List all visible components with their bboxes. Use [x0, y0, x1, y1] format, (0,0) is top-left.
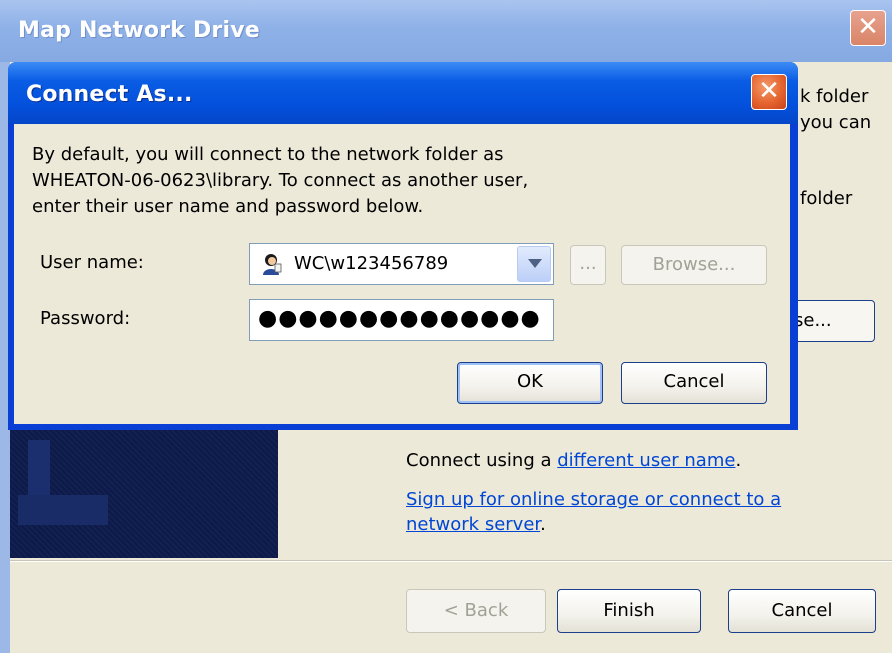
ok-button[interactable]: OK [457, 362, 603, 404]
connect-as-description: By default, you will connect to the netw… [32, 142, 652, 220]
cancel-button[interactable]: Cancel [621, 362, 767, 404]
description-line: enter their user name and password below… [32, 196, 424, 217]
outer-dialog-title: Map Network Drive [18, 18, 260, 43]
outer-cancel-button[interactable]: Cancel [728, 589, 876, 633]
signup-text: Sign up for online storage or connect to… [406, 487, 781, 537]
wizard-image-shape [18, 495, 108, 525]
connect-using-suffix: . [735, 450, 742, 471]
username-dropdown-button[interactable] [517, 246, 551, 282]
user-account-icon [263, 254, 282, 275]
username-combobox[interactable]: WC\w123456789 [249, 243, 554, 285]
button-separator [10, 560, 892, 562]
background-text-snippet: k folder [800, 86, 869, 107]
browse-button[interactable]: Browse... [621, 245, 767, 285]
password-field[interactable]: ●●●●●●●●●●●●●● [249, 299, 554, 341]
different-user-name-link[interactable]: different user name [557, 450, 735, 471]
username-label: User name: [40, 252, 144, 273]
background-text-snippet: folder [800, 188, 853, 209]
username-value: WC\w123456789 [294, 253, 449, 274]
signup-suffix: . [540, 514, 546, 535]
connect-as-title: Connect As... [26, 82, 193, 107]
inner-close-icon[interactable]: ✕ [751, 74, 787, 110]
outer-browse-button[interactable]: se... [790, 300, 875, 342]
password-label: Password: [40, 308, 131, 329]
description-line: By default, you will connect to the netw… [32, 144, 504, 165]
connect-using-text: Connect using a different user name. [406, 450, 741, 471]
background-text-snippet: you can [800, 112, 872, 133]
wizard-side-image [10, 430, 278, 558]
signup-storage-link[interactable]: Sign up for online storage or connect to… [406, 489, 781, 510]
outer-title-bar[interactable]: Map Network Drive ✕ [0, 0, 892, 62]
description-line: WHEATON-06-0623\library. To connect as a… [32, 170, 529, 191]
finish-button[interactable]: Finish [557, 589, 701, 633]
inner-title-bar[interactable]: Connect As... ✕ [8, 62, 798, 124]
chevron-down-icon [528, 259, 542, 268]
ellipsis-button[interactable]: ... [570, 245, 606, 285]
connect-using-prefix: Connect using a [406, 450, 558, 471]
network-server-link[interactable]: network server [406, 514, 540, 535]
back-button[interactable]: < Back [406, 589, 546, 633]
outer-close-icon[interactable]: ✕ [850, 10, 886, 46]
